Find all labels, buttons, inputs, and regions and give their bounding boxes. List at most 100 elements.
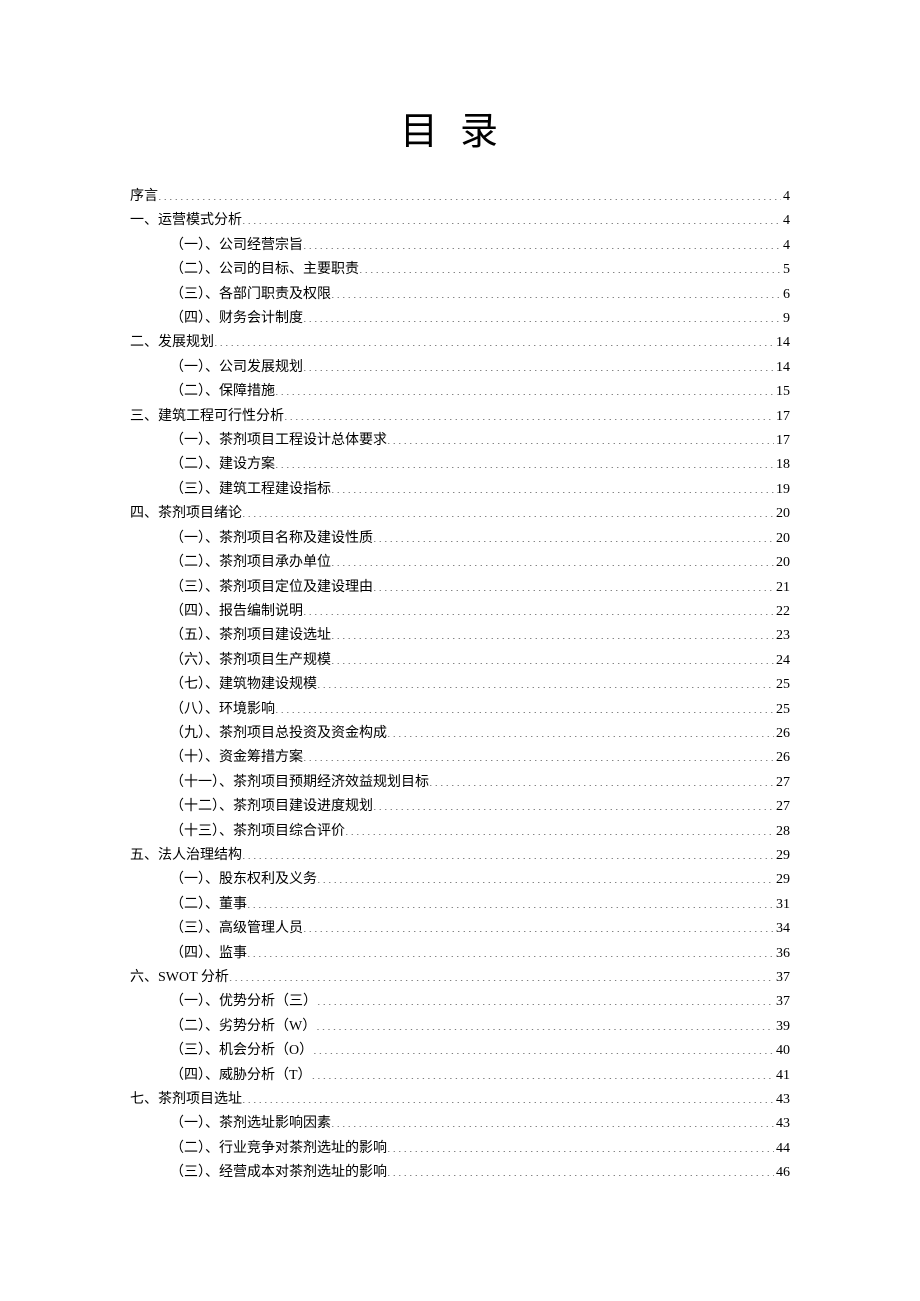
toc-entry: （二）、茶剂项目承办单位20 bbox=[130, 551, 790, 575]
toc-entry-label: （八）、环境影响 bbox=[170, 698, 275, 722]
toc-entry-page: 14 bbox=[774, 356, 790, 380]
toc-entry-page: 29 bbox=[774, 868, 790, 892]
toc-dots-leader bbox=[373, 528, 774, 542]
toc-dots-leader bbox=[345, 821, 774, 835]
toc-entry-page: 19 bbox=[774, 478, 790, 502]
toc-entry-label: （一）、茶剂项目名称及建设性质 bbox=[170, 527, 373, 551]
toc-dots-leader bbox=[242, 210, 781, 224]
toc-entry-label: （二）、保障措施 bbox=[170, 380, 275, 404]
toc-entry: （一）、公司经营宗旨4 bbox=[130, 234, 790, 258]
toc-dots-leader bbox=[317, 991, 774, 1005]
toc-entry-label: （二）、董事 bbox=[170, 893, 247, 917]
toc-dots-leader bbox=[387, 1138, 774, 1152]
toc-entry-label: （三）、高级管理人员 bbox=[170, 917, 303, 941]
toc-entry-label: （一）、优势分析（三） bbox=[170, 990, 317, 1014]
toc-entry-label: （三）、建筑工程建设指标 bbox=[170, 478, 331, 502]
toc-dots-leader bbox=[303, 918, 774, 932]
toc-dots-leader bbox=[214, 332, 774, 346]
toc-entry-page: 40 bbox=[774, 1039, 790, 1063]
toc-entry-label: （一）、茶剂项目工程设计总体要求 bbox=[170, 429, 387, 453]
toc-entry-page: 36 bbox=[774, 942, 790, 966]
toc-entry-label: （十一）、茶剂项目预期经济效益规划目标 bbox=[170, 771, 429, 795]
toc-entry-page: 6 bbox=[781, 283, 790, 307]
toc-entry-page: 18 bbox=[774, 453, 790, 477]
toc-entry: 四、茶剂项目绪论20 bbox=[130, 502, 790, 526]
toc-dots-leader bbox=[317, 674, 774, 688]
toc-dots-leader bbox=[312, 1065, 774, 1079]
toc-entry-label: （九）、茶剂项目总投资及资金构成 bbox=[170, 722, 387, 746]
page-title: 目录 bbox=[130, 100, 790, 155]
toc-entry-page: 25 bbox=[774, 673, 790, 697]
toc-dots-leader bbox=[429, 772, 774, 786]
toc-entry-page: 31 bbox=[774, 893, 790, 917]
toc-dots-leader bbox=[303, 747, 774, 761]
toc-entry: （一）、茶剂项目名称及建设性质20 bbox=[130, 527, 790, 551]
toc-entry: （三）、机会分析（O） 40 bbox=[130, 1039, 790, 1063]
toc-dots-leader bbox=[359, 259, 781, 273]
toc-entry-label: （三）、经营成本对茶剂选址的影响 bbox=[170, 1161, 387, 1185]
toc-dots-leader bbox=[303, 357, 774, 371]
toc-entry: （二）、建设方案 18 bbox=[130, 453, 790, 477]
toc-entry-page: 46 bbox=[774, 1161, 790, 1185]
toc-entry: 五、法人治理结构 29 bbox=[130, 844, 790, 868]
toc-entry-label: （二）、公司的目标、主要职责 bbox=[170, 258, 359, 282]
toc-entry-page: 21 bbox=[774, 576, 790, 600]
toc-entry: （六）、茶剂项目生产规模24 bbox=[130, 649, 790, 673]
toc-entry-page: 29 bbox=[774, 844, 790, 868]
toc-entry-label: （十）、资金筹措方案 bbox=[170, 746, 303, 770]
toc-entry-page: 4 bbox=[781, 185, 790, 209]
toc-entry: 三、建筑工程可行性分析17 bbox=[130, 405, 790, 429]
toc-entry-page: 20 bbox=[774, 502, 790, 526]
toc-entry: （三）、建筑工程建设指标 19 bbox=[130, 478, 790, 502]
toc-entry: （二）、保障措施15 bbox=[130, 380, 790, 404]
toc-entry: （四）、财务会计制度 9 bbox=[130, 307, 790, 331]
toc-entry-label: （十二）、茶剂项目建设进度规划 bbox=[170, 795, 373, 819]
toc-dots-leader bbox=[331, 625, 774, 639]
toc-entry-label: （二）、建设方案 bbox=[170, 453, 275, 477]
toc-entry-label: （四）、财务会计制度 bbox=[170, 307, 303, 331]
toc-dots-leader bbox=[331, 284, 781, 298]
toc-entry-label: 五、法人治理结构 bbox=[130, 844, 242, 868]
toc-entry-label: 七、茶剂项目选址 bbox=[130, 1088, 242, 1112]
toc-entry: （七）、建筑物建设规模 25 bbox=[130, 673, 790, 697]
toc-dots-leader bbox=[242, 845, 774, 859]
toc-dots-leader bbox=[284, 406, 774, 420]
toc-entry-page: 9 bbox=[781, 307, 790, 331]
toc-entry-page: 27 bbox=[774, 771, 790, 795]
toc-entry-page: 41 bbox=[774, 1064, 790, 1088]
toc-entry-page: 26 bbox=[774, 722, 790, 746]
toc-entry-label: 一、运营模式分析 bbox=[130, 209, 242, 233]
toc-entry-label: （三）、茶剂项目定位及建设理由 bbox=[170, 576, 373, 600]
toc-entry: （二）、行业竞争对茶剂选址的影响44 bbox=[130, 1137, 790, 1161]
toc-entry: （一）、茶剂选址影响因素43 bbox=[130, 1112, 790, 1136]
toc-dots-leader bbox=[331, 650, 774, 664]
toc-entry: （一）、优势分析（三） 37 bbox=[130, 990, 790, 1014]
toc-entry-label: （一）、茶剂选址影响因素 bbox=[170, 1112, 331, 1136]
toc-entry: （一）、股东权利及义务29 bbox=[130, 868, 790, 892]
toc-entry-label: （三）、机会分析（O） bbox=[170, 1039, 313, 1063]
toc-entry-label: （二）、劣势分析（W） bbox=[170, 1015, 316, 1039]
toc-entry-label: （四）、监事 bbox=[170, 942, 247, 966]
toc-entry: （三）、高级管理人员 34 bbox=[130, 917, 790, 941]
toc-entry-page: 25 bbox=[774, 698, 790, 722]
toc-entry-label: （五）、茶剂项目建设选址 bbox=[170, 624, 331, 648]
toc-entry: （二）、公司的目标、主要职责5 bbox=[130, 258, 790, 282]
toc-entry-page: 20 bbox=[774, 551, 790, 575]
toc-dots-leader bbox=[387, 1162, 774, 1176]
toc-entry: （一）、茶剂项目工程设计总体要求 17 bbox=[130, 429, 790, 453]
toc-entry-label: 三、建筑工程可行性分析 bbox=[130, 405, 284, 429]
toc-entry-label: （一）、公司发展规划 bbox=[170, 356, 303, 380]
toc-entry: （四）、报告编制说明22 bbox=[130, 600, 790, 624]
toc-entry: （十二）、茶剂项目建设进度规划27 bbox=[130, 795, 790, 819]
toc-entry-label: （十三）、茶剂项目综合评价 bbox=[170, 820, 345, 844]
toc-dots-leader bbox=[316, 1016, 774, 1030]
toc-dots-leader bbox=[313, 1040, 774, 1054]
toc-dots-leader bbox=[387, 723, 774, 737]
toc-entry-page: 34 bbox=[774, 917, 790, 941]
toc-dots-leader bbox=[303, 235, 781, 249]
toc-entry-page: 37 bbox=[774, 990, 790, 1014]
table-of-contents: 序言4一、运营模式分析4（一）、公司经营宗旨4（二）、公司的目标、主要职责5（三… bbox=[130, 185, 790, 1186]
toc-entry: （八）、环境影响 25 bbox=[130, 698, 790, 722]
toc-entry-page: 17 bbox=[774, 429, 790, 453]
toc-entry-label: （七）、建筑物建设规模 bbox=[170, 673, 317, 697]
